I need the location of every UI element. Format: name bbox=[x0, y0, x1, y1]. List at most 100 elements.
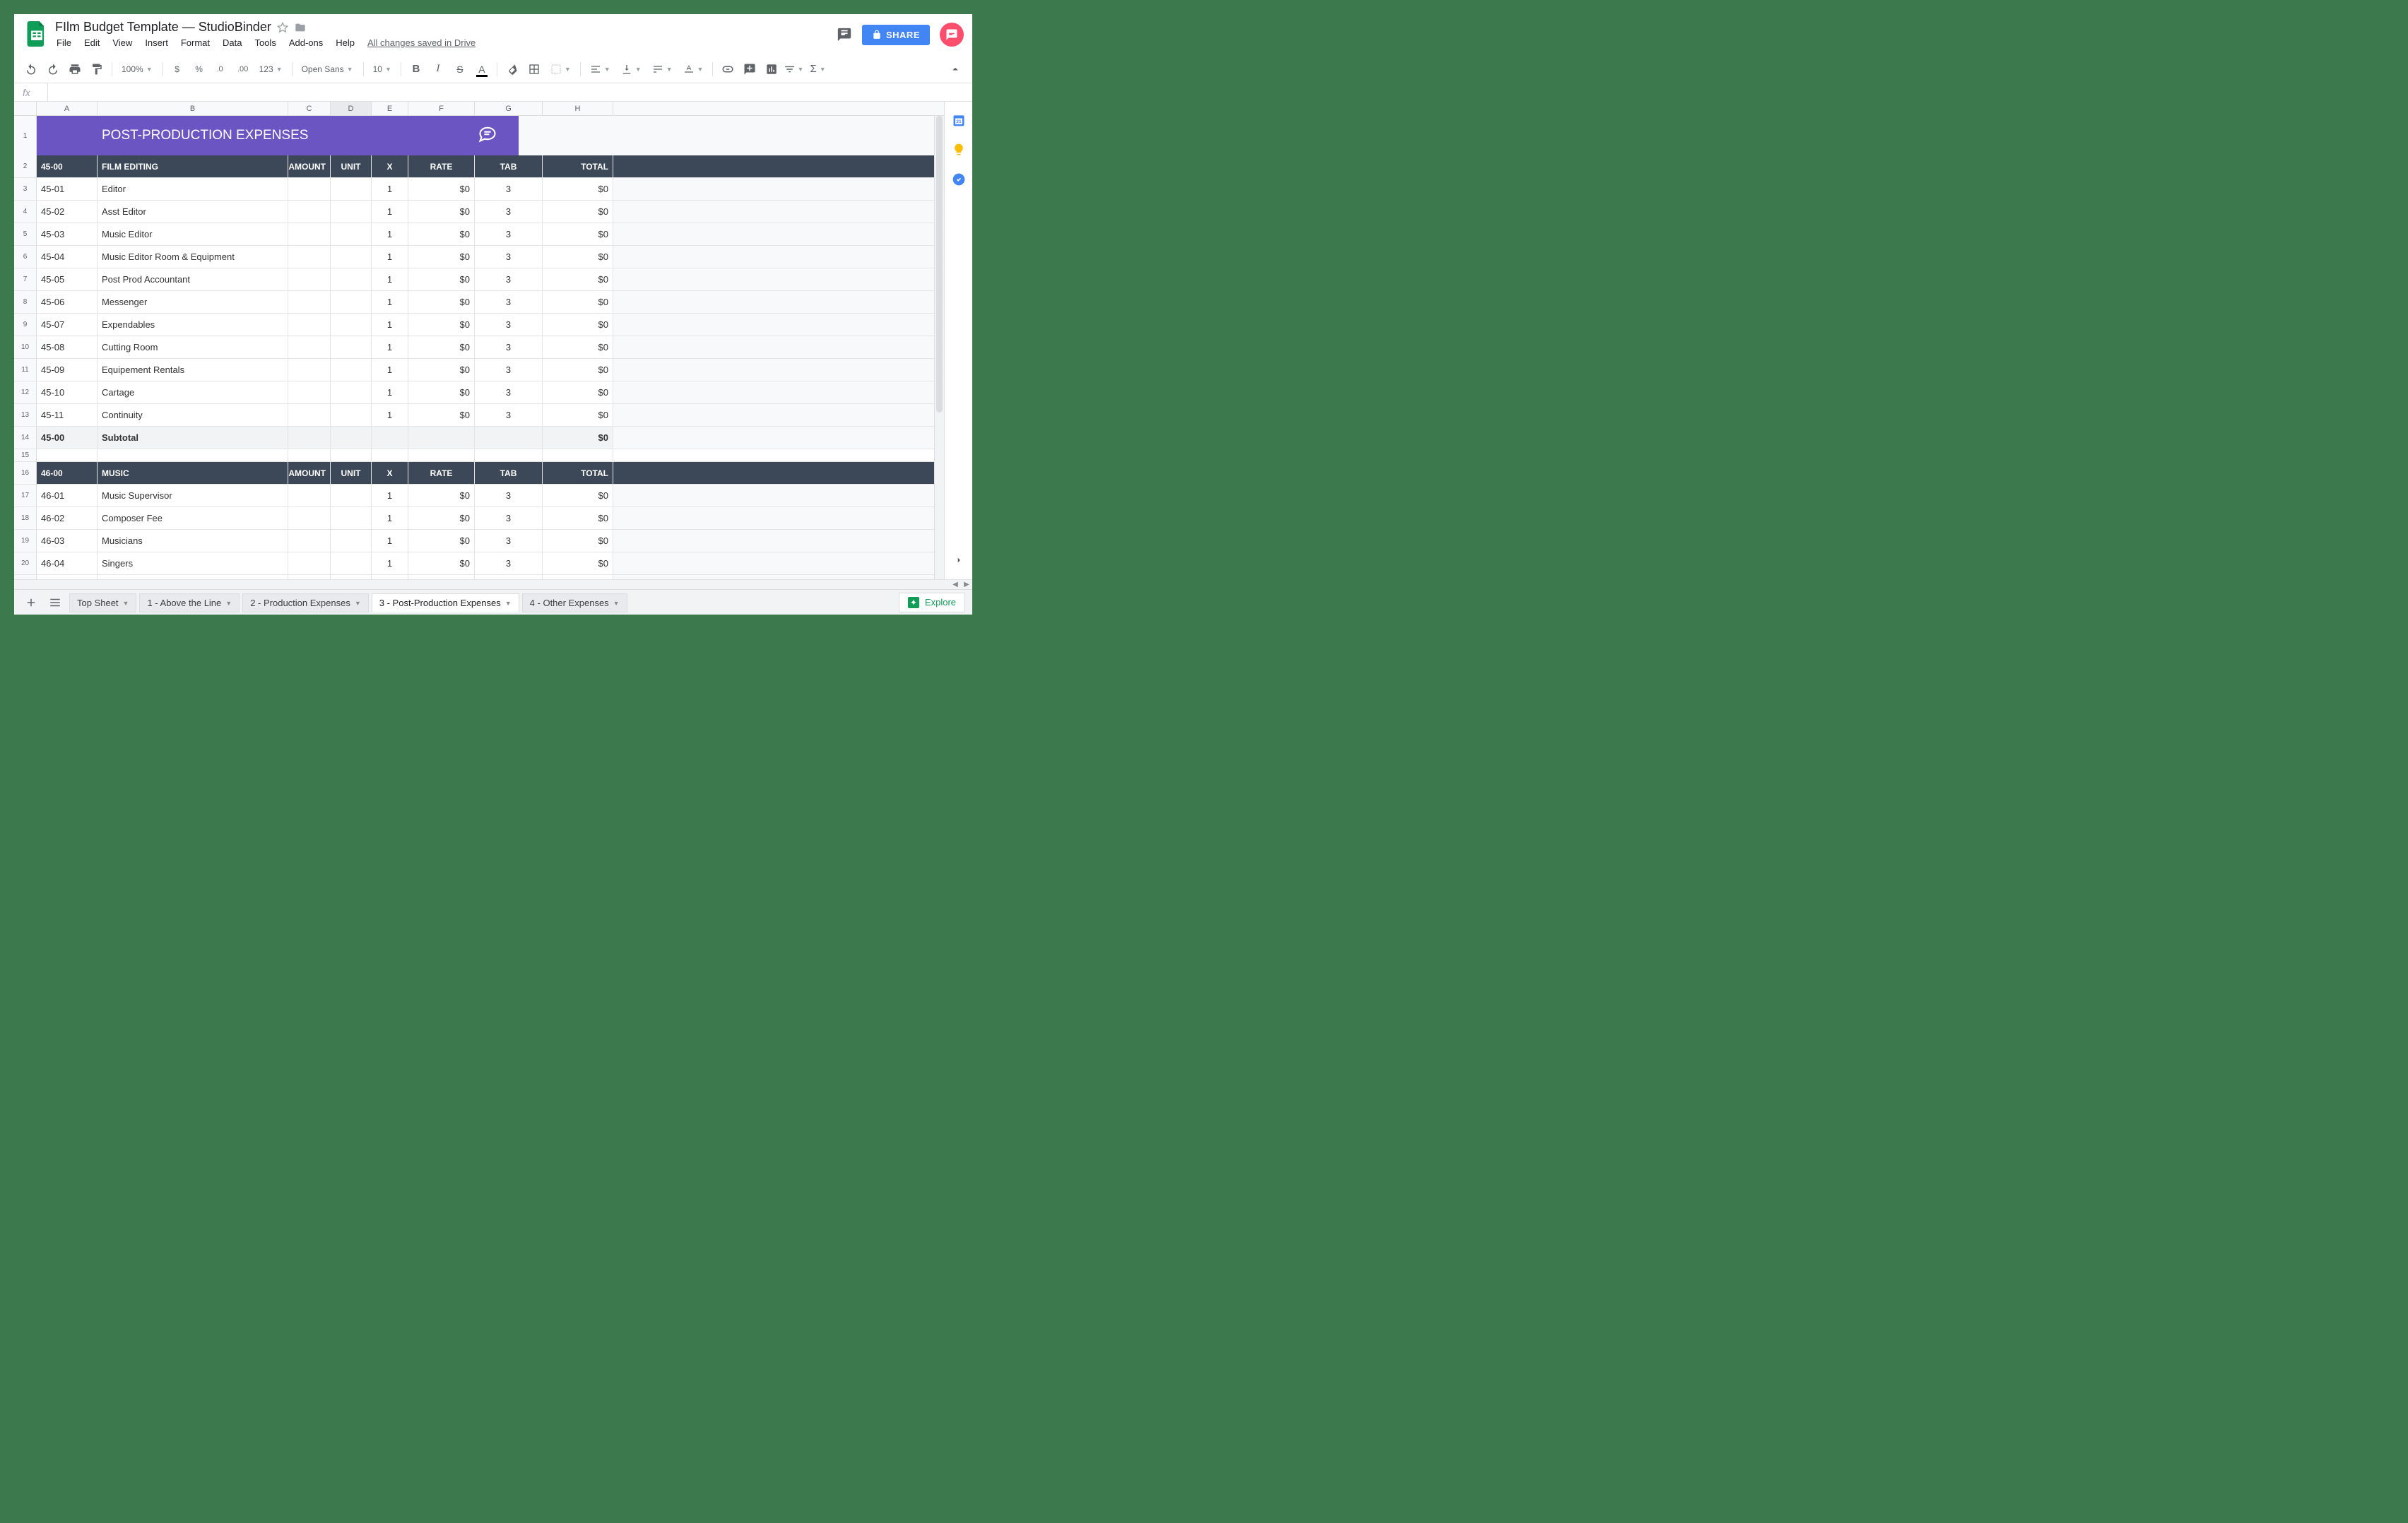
cell[interactable]: 1 bbox=[372, 552, 408, 574]
cell[interactable]: Subtotal bbox=[98, 427, 288, 449]
cell[interactable] bbox=[288, 246, 331, 268]
cell[interactable]: 45-02 bbox=[37, 201, 98, 223]
cell[interactable]: 45-08 bbox=[37, 336, 98, 358]
add-sheet-icon[interactable] bbox=[21, 593, 41, 612]
cell-empty[interactable] bbox=[613, 155, 944, 177]
cell[interactable]: $0 bbox=[408, 507, 475, 529]
row-header[interactable]: 19 bbox=[14, 530, 37, 552]
cell[interactable]: 3 bbox=[475, 246, 543, 268]
col-header-b[interactable]: B bbox=[98, 102, 288, 115]
cell-empty[interactable] bbox=[613, 201, 944, 223]
cell[interactable]: Asst Editor bbox=[98, 201, 288, 223]
cell[interactable]: 1 bbox=[372, 268, 408, 290]
col-header-e[interactable]: E bbox=[372, 102, 408, 115]
cell[interactable]: 1 bbox=[372, 530, 408, 552]
cell[interactable]: FILM EDITING bbox=[98, 155, 288, 177]
row-header[interactable]: 12 bbox=[14, 381, 37, 403]
undo-icon[interactable] bbox=[21, 59, 41, 79]
insert-comment-icon[interactable] bbox=[740, 59, 760, 79]
sheet-tab[interactable]: Top Sheet ▼ bbox=[69, 593, 136, 612]
cell[interactable]: $0 bbox=[408, 314, 475, 336]
merge-cells-icon[interactable]: ▼ bbox=[546, 59, 575, 79]
row-header[interactable]: 16 bbox=[14, 462, 37, 484]
cell[interactable] bbox=[288, 314, 331, 336]
cell[interactable]: TAB bbox=[475, 462, 543, 484]
cell[interactable]: 1 bbox=[372, 223, 408, 245]
document-title[interactable]: FIlm Budget Template — StudioBinder bbox=[55, 20, 271, 35]
cell-empty[interactable] bbox=[613, 530, 944, 552]
paint-format-icon[interactable] bbox=[87, 59, 107, 79]
cell[interactable]: 46-03 bbox=[37, 530, 98, 552]
cell[interactable]: $0 bbox=[543, 427, 613, 449]
cell[interactable]: 1 bbox=[372, 485, 408, 506]
cell[interactable]: 45-01 bbox=[37, 178, 98, 200]
cell[interactable]: 3 bbox=[475, 223, 543, 245]
cell[interactable] bbox=[331, 291, 372, 313]
row-header[interactable]: 8 bbox=[14, 291, 37, 313]
fill-color-icon[interactable] bbox=[502, 59, 522, 79]
decrease-decimal-icon[interactable]: .0 bbox=[211, 59, 231, 79]
cell[interactable] bbox=[288, 485, 331, 506]
cell[interactable]: Music Supervisor bbox=[98, 485, 288, 506]
cell[interactable]: 45-00 bbox=[37, 155, 98, 177]
cell-empty[interactable] bbox=[613, 336, 944, 358]
cell[interactable]: $0 bbox=[543, 246, 613, 268]
cell[interactable]: $0 bbox=[408, 552, 475, 574]
cell[interactable]: 1 bbox=[372, 381, 408, 403]
menu-tools[interactable]: Tools bbox=[254, 37, 276, 48]
cell[interactable]: $0 bbox=[543, 507, 613, 529]
cell[interactable]: 45-07 bbox=[37, 314, 98, 336]
cell[interactable]: $0 bbox=[543, 485, 613, 506]
cell[interactable] bbox=[331, 575, 372, 579]
row-header[interactable]: 9 bbox=[14, 314, 37, 336]
cell[interactable]: RATE bbox=[408, 155, 475, 177]
banner-title[interactable]: POST-PRODUCTION EXPENSES bbox=[37, 116, 519, 155]
menu-addons[interactable]: Add-ons bbox=[289, 37, 323, 48]
print-icon[interactable] bbox=[65, 59, 85, 79]
cell[interactable]: 1 bbox=[372, 336, 408, 358]
cell[interactable]: $0 bbox=[408, 336, 475, 358]
cell[interactable]: $0 bbox=[408, 359, 475, 381]
cell[interactable]: $0 bbox=[543, 291, 613, 313]
cell[interactable]: 46-04 bbox=[37, 552, 98, 574]
cell[interactable] bbox=[288, 359, 331, 381]
menu-insert[interactable]: Insert bbox=[145, 37, 168, 48]
functions-icon[interactable]: Σ▼ bbox=[805, 59, 830, 79]
hangouts-icon[interactable] bbox=[940, 23, 964, 47]
cell-empty[interactable] bbox=[613, 223, 944, 245]
explore-button[interactable]: ✦ Explore bbox=[899, 593, 965, 612]
chevron-down-icon[interactable]: ▼ bbox=[123, 600, 129, 607]
save-status[interactable]: All changes saved in Drive bbox=[367, 37, 476, 48]
cell-empty[interactable] bbox=[613, 381, 944, 403]
cell[interactable] bbox=[331, 381, 372, 403]
col-header-h[interactable]: H bbox=[543, 102, 613, 115]
row-header[interactable]: 7 bbox=[14, 268, 37, 290]
cell[interactable]: $0 bbox=[408, 485, 475, 506]
cell[interactable]: $0 bbox=[543, 575, 613, 579]
cell[interactable] bbox=[331, 404, 372, 426]
row-header[interactable]: 17 bbox=[14, 485, 37, 506]
row-header[interactable]: 10 bbox=[14, 336, 37, 358]
cell[interactable]: Continuity bbox=[98, 404, 288, 426]
row-header[interactable]: 15 bbox=[14, 449, 37, 461]
cell[interactable]: 1 bbox=[372, 201, 408, 223]
cell[interactable]: X bbox=[372, 462, 408, 484]
chevron-down-icon[interactable]: ▼ bbox=[613, 600, 620, 607]
comments-icon[interactable] bbox=[837, 27, 852, 42]
chevron-down-icon[interactable]: ▼ bbox=[505, 600, 512, 607]
cell-empty[interactable] bbox=[613, 449, 944, 461]
folder-icon[interactable] bbox=[294, 22, 307, 33]
cell[interactable]: 45-04 bbox=[37, 246, 98, 268]
cell[interactable]: $0 bbox=[543, 268, 613, 290]
cell[interactable]: Music Editor bbox=[98, 223, 288, 245]
col-header-g[interactable]: G bbox=[475, 102, 543, 115]
cell-empty[interactable] bbox=[613, 314, 944, 336]
cell[interactable]: MUSIC bbox=[98, 462, 288, 484]
menu-edit[interactable]: Edit bbox=[84, 37, 100, 48]
cell-empty[interactable] bbox=[613, 575, 944, 579]
cell-empty[interactable] bbox=[613, 291, 944, 313]
sheets-logo-icon[interactable] bbox=[23, 20, 51, 48]
cell-empty[interactable] bbox=[613, 268, 944, 290]
cell[interactable] bbox=[288, 404, 331, 426]
cell[interactable]: 3 bbox=[475, 359, 543, 381]
